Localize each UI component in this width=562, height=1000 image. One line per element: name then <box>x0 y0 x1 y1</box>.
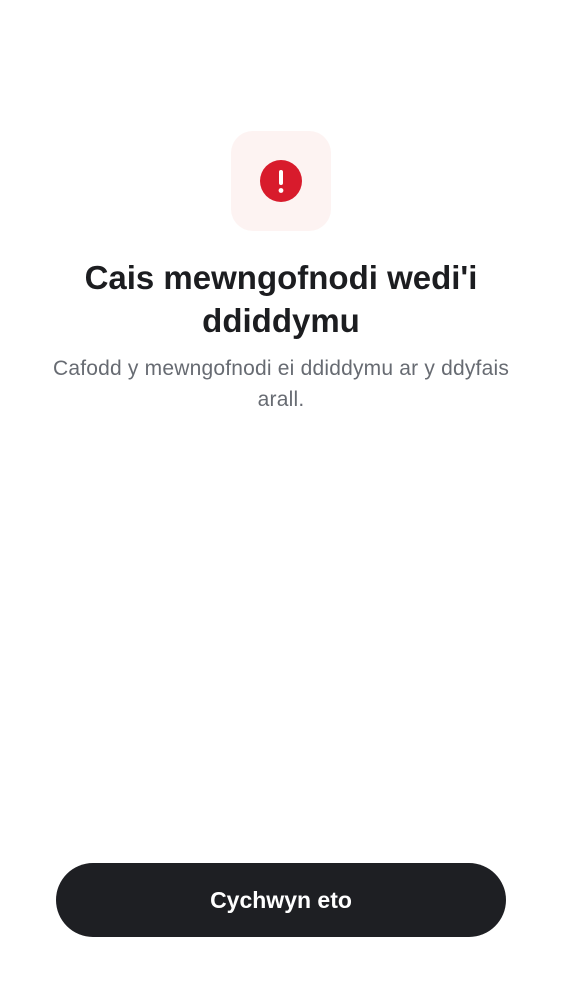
alert-circle-icon <box>260 160 302 202</box>
status-message: Cafodd y mewngofnodi ei ddiddymu ar y dd… <box>52 357 510 411</box>
start-again-button[interactable]: Cychwyn eto <box>56 863 506 937</box>
page-title: Cais mewngofnodi wedi'i ddiddymu <box>84 259 478 339</box>
alert-icon-tile <box>231 131 331 231</box>
